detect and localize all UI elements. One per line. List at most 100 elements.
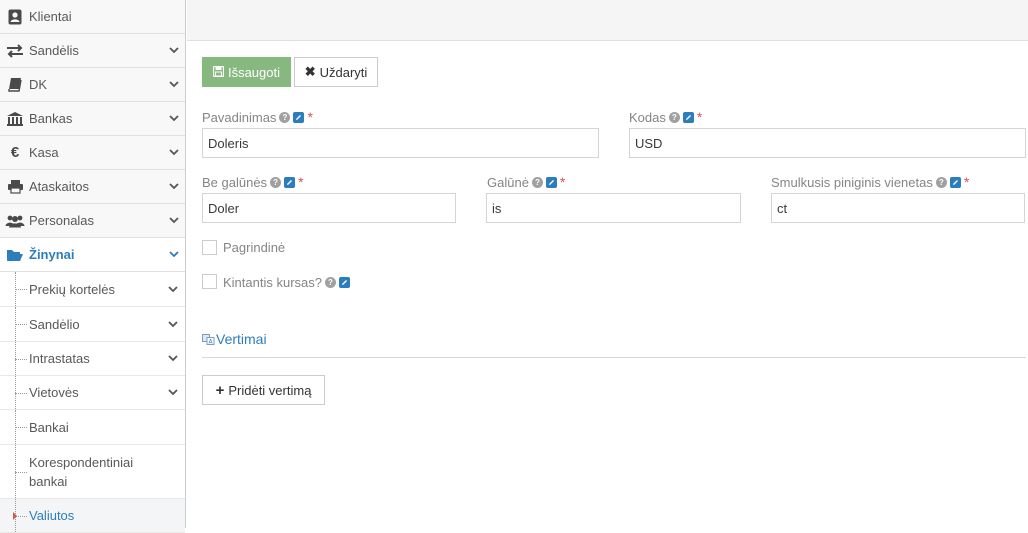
chevron-down-icon xyxy=(168,320,180,328)
minor-unit-label-text: Smulkusis piniginis vienetas xyxy=(771,174,933,190)
edit-icon[interactable] xyxy=(949,176,961,188)
edit-icon[interactable] xyxy=(339,276,350,288)
sidebar-item-label: Žinynai xyxy=(29,247,75,262)
sidebar-subitem-prekiu-korteles[interactable]: Prekių kortelės xyxy=(0,272,185,307)
edit-icon[interactable] xyxy=(293,111,305,123)
required-mark: * xyxy=(307,109,313,125)
translate-icon: A xyxy=(202,333,215,346)
section-divider xyxy=(202,357,1026,358)
sidebar-item-zinynai[interactable]: Žinynai xyxy=(0,238,185,272)
chevron-down-icon xyxy=(168,183,180,190)
name-input[interactable] xyxy=(202,128,599,158)
floating-rate-label: Kintantis kursas? ? xyxy=(223,274,350,290)
sidebar-item-label: DK xyxy=(29,77,48,92)
code-input[interactable] xyxy=(629,128,1026,158)
help-icon[interactable]: ? xyxy=(270,176,282,188)
sidebar-item-dk[interactable]: DK xyxy=(0,68,185,102)
help-icon[interactable]: ? xyxy=(668,111,680,123)
sidebar-subitem-label: Korespondentiniai bankai xyxy=(29,454,134,489)
primary-label: Pagrindinė xyxy=(223,239,285,255)
floating-rate-checkbox[interactable] xyxy=(202,274,217,289)
sidebar-subitem-label: Sandėlio xyxy=(29,316,80,332)
code-label: Kodas ? * xyxy=(629,109,702,125)
without-ending-label: Be galūnės ? * xyxy=(202,174,304,190)
minor-unit-label: Smulkusis piniginis vienetas ? * xyxy=(771,174,969,190)
sidebar-submenu: Prekių kortelės Sandėlio Intrastatas Vie… xyxy=(0,272,185,533)
euro-icon: € xyxy=(10,144,20,161)
sidebar-subitem-sandelio[interactable]: Sandėlio xyxy=(0,307,185,342)
name-label-text: Pavadinimas xyxy=(202,109,277,125)
sidebar: Klientai Sandėlis DK Bankas € Kasa Atask… xyxy=(0,0,186,533)
sidebar-subitem-vietoves[interactable]: Vietovės xyxy=(0,376,185,410)
sidebar-item-klientai[interactable]: Klientai xyxy=(0,0,185,34)
translations-title-text: Vertimai xyxy=(216,331,267,347)
sidebar-item-label: Kasa xyxy=(29,145,59,160)
chevron-down-icon xyxy=(168,285,180,293)
add-translation-label: Pridėti vertimą xyxy=(228,382,312,398)
required-mark: * xyxy=(298,174,304,190)
floating-rate-label-text: Kintantis kursas? xyxy=(223,274,322,290)
save-button-label: Išsaugoti xyxy=(227,64,281,80)
minor-unit-input[interactable] xyxy=(771,193,1025,223)
help-icon[interactable]: ? xyxy=(935,176,947,188)
sidebar-item-ataskaitos[interactable]: Ataskaitos xyxy=(0,170,185,204)
primary-checkbox[interactable] xyxy=(202,240,217,255)
sidebar-item-sandelis[interactable]: Sandėlis xyxy=(0,34,185,68)
without-ending-label-text: Be galūnės xyxy=(202,174,268,190)
ending-input[interactable] xyxy=(486,193,741,223)
sidebar-item-label: Ataskaitos xyxy=(29,179,89,194)
sidebar-subitem-label: Vietovės xyxy=(29,385,79,400)
top-bar xyxy=(187,0,1028,41)
chevron-down-icon xyxy=(168,251,180,258)
sidebar-subitem-label: Valiutos xyxy=(29,508,75,523)
user-card-icon xyxy=(5,9,25,25)
required-mark: * xyxy=(696,109,703,125)
sidebar-subitem-intrastatas[interactable]: Intrastatas xyxy=(0,342,185,376)
book-icon xyxy=(5,77,25,92)
sidebar-item-personalas[interactable]: Personalas xyxy=(0,204,185,238)
chevron-down-icon xyxy=(168,389,180,396)
primary-label-text: Pagrindinė xyxy=(223,239,286,255)
users-icon xyxy=(5,214,25,228)
translations-title: A Vertimai xyxy=(202,331,267,347)
save-button[interactable]: Išsaugoti xyxy=(202,57,291,87)
floppy-disk-icon xyxy=(212,65,225,80)
code-label-text: Kodas xyxy=(629,109,666,125)
sidebar-subitem-korespondentiniai-bankai[interactable]: Korespondentiniai bankai xyxy=(0,445,185,499)
edit-icon[interactable] xyxy=(545,176,557,188)
active-caret-icon xyxy=(13,511,17,520)
plus-icon: + xyxy=(215,381,225,399)
chevron-down-icon xyxy=(168,81,180,88)
chevron-down-icon xyxy=(168,115,180,122)
close-icon: ✖ xyxy=(304,64,316,79)
sidebar-subitem-label: Prekių kortelės xyxy=(29,281,115,297)
chevron-down-icon xyxy=(168,47,180,54)
ending-label-text: Galūnė xyxy=(487,174,529,190)
add-translation-button[interactable]: + Pridėti vertimą xyxy=(202,375,325,405)
close-button[interactable]: ✖ Uždaryti xyxy=(294,57,378,87)
sidebar-subitem-bankai[interactable]: Bankai xyxy=(0,410,185,445)
without-ending-input[interactable] xyxy=(202,193,456,223)
sidebar-subitem-label: Bankai xyxy=(29,419,69,435)
edit-icon[interactable] xyxy=(284,176,296,188)
close-button-label: Uždaryti xyxy=(319,64,368,80)
help-icon[interactable]: ? xyxy=(531,176,543,188)
sidebar-item-kasa[interactable]: € Kasa xyxy=(0,136,185,170)
help-icon[interactable]: ? xyxy=(325,276,336,288)
folder-open-icon xyxy=(5,248,25,262)
chevron-down-icon xyxy=(168,355,180,362)
sidebar-item-bankas[interactable]: Bankas xyxy=(0,102,185,136)
help-icon[interactable]: ? xyxy=(279,111,291,123)
sidebar-subitem-label: Intrastatas xyxy=(29,351,90,366)
sidebar-item-label: Klientai xyxy=(29,9,72,24)
sidebar-item-label: Personalas xyxy=(29,213,95,228)
bank-icon xyxy=(5,111,25,127)
sidebar-item-label: Sandėlis xyxy=(29,43,79,58)
chevron-down-icon xyxy=(168,149,180,156)
exchange-icon xyxy=(5,43,25,58)
printer-icon xyxy=(5,179,25,194)
required-mark: * xyxy=(963,174,970,190)
chevron-down-icon xyxy=(168,217,180,224)
sidebar-item-label: Bankas xyxy=(29,111,73,126)
edit-icon[interactable] xyxy=(682,111,694,123)
